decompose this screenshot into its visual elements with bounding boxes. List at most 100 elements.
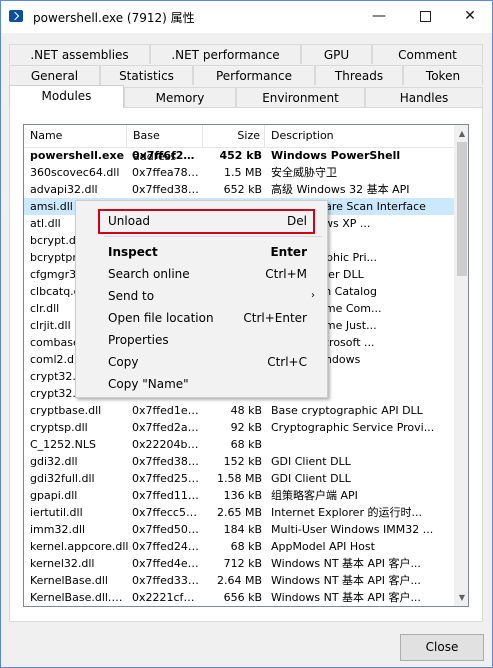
column-description[interactable]: Description bbox=[265, 125, 455, 147]
size-cell: 2.65 MB bbox=[216, 506, 262, 519]
size-cell: 68 kB bbox=[230, 540, 262, 553]
base-address-cell: 0x7ffecc55... bbox=[132, 506, 200, 519]
tab-row-1: .NET assemblies .NET performance GPU Com… bbox=[9, 44, 483, 64]
menu-item-shortcut: Enter bbox=[270, 245, 307, 259]
unload-highlight-box bbox=[98, 209, 315, 234]
menu-separator bbox=[104, 236, 322, 237]
base-address-cell: 0x7ffed38d... bbox=[132, 183, 200, 196]
module-name-cell: C_1252.NLS bbox=[30, 438, 97, 451]
table-row[interactable]: powershell.exe 0x7ff6f2c... 452 kB Windows … bbox=[24, 147, 455, 164]
menu-item-open-file-location[interactable]: Open file location Ctrl+Enter bbox=[76, 307, 327, 329]
description-cell: AppModel API Host bbox=[271, 540, 375, 553]
base-address-cell: 0x7ffed507... bbox=[132, 523, 200, 536]
base-address-cell: 0x7ffed1e4... bbox=[132, 404, 200, 417]
size-cell: 1.58 MB bbox=[216, 472, 262, 485]
tab-modules[interactable]: Modules bbox=[9, 85, 124, 108]
module-name-cell: cryptsp.dll bbox=[30, 421, 88, 434]
table-row[interactable]: advapi32.dll 0x7ffed38d... 652 kB 高级 Window… bbox=[24, 181, 455, 198]
table-row[interactable]: iertutil.dll 0x7ffecc55... 2.65 MB Internet… bbox=[24, 504, 455, 521]
module-name-cell: cryptbase.dll bbox=[30, 404, 102, 417]
table-row[interactable]: imm32.dll 0x7ffed507... 184 kB Multi-User W… bbox=[24, 521, 455, 538]
tab-net-assemblies[interactable]: .NET assemblies bbox=[9, 44, 150, 64]
table-row[interactable]: cryptsp.dll 0x7ffed2ae... 92 kB Cryptograph… bbox=[24, 419, 455, 436]
scroll-down-icon[interactable]: ▼ bbox=[454, 589, 468, 606]
table-row[interactable]: KernelBase.dll 0x7ffed339... 2.64 MB Window… bbox=[24, 572, 455, 589]
column-name[interactable]: Name bbox=[24, 125, 127, 147]
tab-statistics[interactable]: Statistics bbox=[100, 65, 193, 85]
module-name-cell: kernel32.dll bbox=[30, 557, 95, 570]
description-cell: Internet Explorer 的运行时... bbox=[271, 506, 422, 519]
vertical-scrollbar[interactable]: ▲ ▼ bbox=[454, 125, 468, 606]
menu-item-label: Open file location bbox=[108, 311, 214, 325]
table-row[interactable]: gdi32.dll 0x7ffed38a... 152 kB GDI Client D… bbox=[24, 453, 455, 470]
scroll-up-icon[interactable]: ▲ bbox=[454, 125, 468, 142]
description-cell: 组策略客户端 API bbox=[271, 489, 358, 502]
menu-item-inspect[interactable]: Inspect Enter bbox=[76, 241, 327, 263]
base-address-cell: 0x22204b5... bbox=[132, 438, 200, 451]
menu-item-copy-name[interactable]: Copy "Name" bbox=[76, 373, 327, 395]
size-cell: 136 kB bbox=[223, 489, 262, 502]
size-cell: 68 kB bbox=[230, 438, 262, 451]
module-name-cell: iertutil.dll bbox=[30, 506, 83, 519]
menu-item-properties[interactable]: Properties bbox=[76, 329, 327, 351]
maximize-icon bbox=[419, 10, 431, 22]
scroll-thumb[interactable] bbox=[457, 142, 467, 276]
maximize-button[interactable] bbox=[402, 1, 448, 33]
base-address-cell: 0x7ff6f2c... bbox=[132, 149, 200, 162]
tab-row-2: General Statistics Performance Threads T… bbox=[9, 65, 483, 85]
tab-net-performance[interactable]: .NET performance bbox=[150, 44, 301, 64]
column-header-row: Name Base address Size Description bbox=[24, 125, 455, 163]
module-name-cell: gpapi.dll bbox=[30, 489, 78, 502]
tab-handles[interactable]: Handles bbox=[365, 87, 483, 107]
minimize-button[interactable]: — bbox=[356, 1, 402, 33]
base-address-cell: 0x7ffed38a... bbox=[132, 455, 200, 468]
menu-item-copy[interactable]: Copy Ctrl+C bbox=[76, 351, 327, 373]
table-row[interactable]: gpapi.dll 0x7ffed116... 136 kB 组策略客户端 API bbox=[24, 487, 455, 504]
base-address-cell: 0x7ffed24c... bbox=[132, 540, 200, 553]
base-address-cell: 0x7ffed2ae... bbox=[132, 421, 200, 434]
base-address-cell: 0x7ffed116... bbox=[132, 489, 200, 502]
close-window-button[interactable]: ✕ bbox=[447, 1, 493, 33]
tab-general[interactable]: General bbox=[9, 65, 100, 85]
table-row[interactable]: KernelBase.dll.mui 0x2221cfd... 656 kB Wind… bbox=[24, 589, 455, 606]
menu-item-search-online[interactable]: Search online Ctrl+M bbox=[76, 263, 327, 285]
description-cell: Windows NT 基本 API 客户... bbox=[271, 591, 421, 604]
description-cell: Multi-User Windows IMM32 ... bbox=[271, 523, 434, 536]
menu-item-send-to[interactable]: Send to › bbox=[76, 285, 327, 307]
tab-memory[interactable]: Memory bbox=[124, 87, 236, 107]
table-row[interactable]: 360scovec64.dll 0x7ffea78b... 1.5 MB 安全威胁守卫 bbox=[24, 164, 455, 181]
size-cell: 92 kB bbox=[230, 421, 262, 434]
powershell-icon bbox=[9, 10, 23, 22]
tab-token[interactable]: Token bbox=[403, 65, 483, 85]
tab-comment[interactable]: Comment bbox=[372, 44, 483, 64]
table-row[interactable]: cryptbase.dll 0x7ffed1e4... 48 kB Base cryp… bbox=[24, 402, 455, 419]
close-button[interactable]: Close bbox=[400, 634, 484, 661]
column-base-address[interactable]: Base address bbox=[127, 125, 203, 163]
size-cell: 48 kB bbox=[230, 404, 262, 417]
description-cell: Base cryptographic API DLL bbox=[271, 404, 423, 417]
tab-gpu[interactable]: GPU bbox=[301, 44, 372, 64]
description-cell: Windows NT 基本 API 客户... bbox=[271, 557, 421, 570]
column-size[interactable]: Size bbox=[203, 125, 265, 147]
base-address-cell: 0x7ffed4e2... bbox=[132, 557, 200, 570]
description-cell: Windows PowerShell bbox=[271, 149, 401, 162]
base-address-cell: 0x7ffed25b... bbox=[132, 472, 200, 485]
description-cell: GDI Client DLL bbox=[271, 472, 351, 485]
menu-item-shortcut: Ctrl+M bbox=[265, 267, 307, 281]
size-cell: 152 kB bbox=[223, 455, 262, 468]
menu-item-label: Copy "Name" bbox=[108, 377, 189, 391]
table-row[interactable]: C_1252.NLS 0x22204b5... 68 kB bbox=[24, 436, 455, 453]
table-row[interactable]: kernel32.dll 0x7ffed4e2... 712 kB Windows N… bbox=[24, 555, 455, 572]
size-cell: 652 kB bbox=[223, 183, 262, 196]
tab-environment[interactable]: Environment bbox=[236, 87, 365, 107]
description-cell: 高级 Windows 32 基本 API bbox=[271, 183, 410, 196]
table-row[interactable]: kernel.appcore.dll 0x7ffed24c... 68 kB AppM… bbox=[24, 538, 455, 555]
size-cell: 452 kB bbox=[219, 149, 263, 162]
module-name-cell: imm32.dll bbox=[30, 523, 86, 536]
menu-item-label: Properties bbox=[108, 333, 169, 347]
tab-threads[interactable]: Threads bbox=[315, 65, 403, 85]
module-name-cell: KernelBase.dll bbox=[30, 574, 108, 587]
title-bar: powershell.exe (7912) 属性 — ✕ bbox=[1, 1, 492, 33]
tab-performance[interactable]: Performance bbox=[193, 65, 315, 85]
table-row[interactable]: gdi32full.dll 0x7ffed25b... 1.58 MB GDI Cli… bbox=[24, 470, 455, 487]
